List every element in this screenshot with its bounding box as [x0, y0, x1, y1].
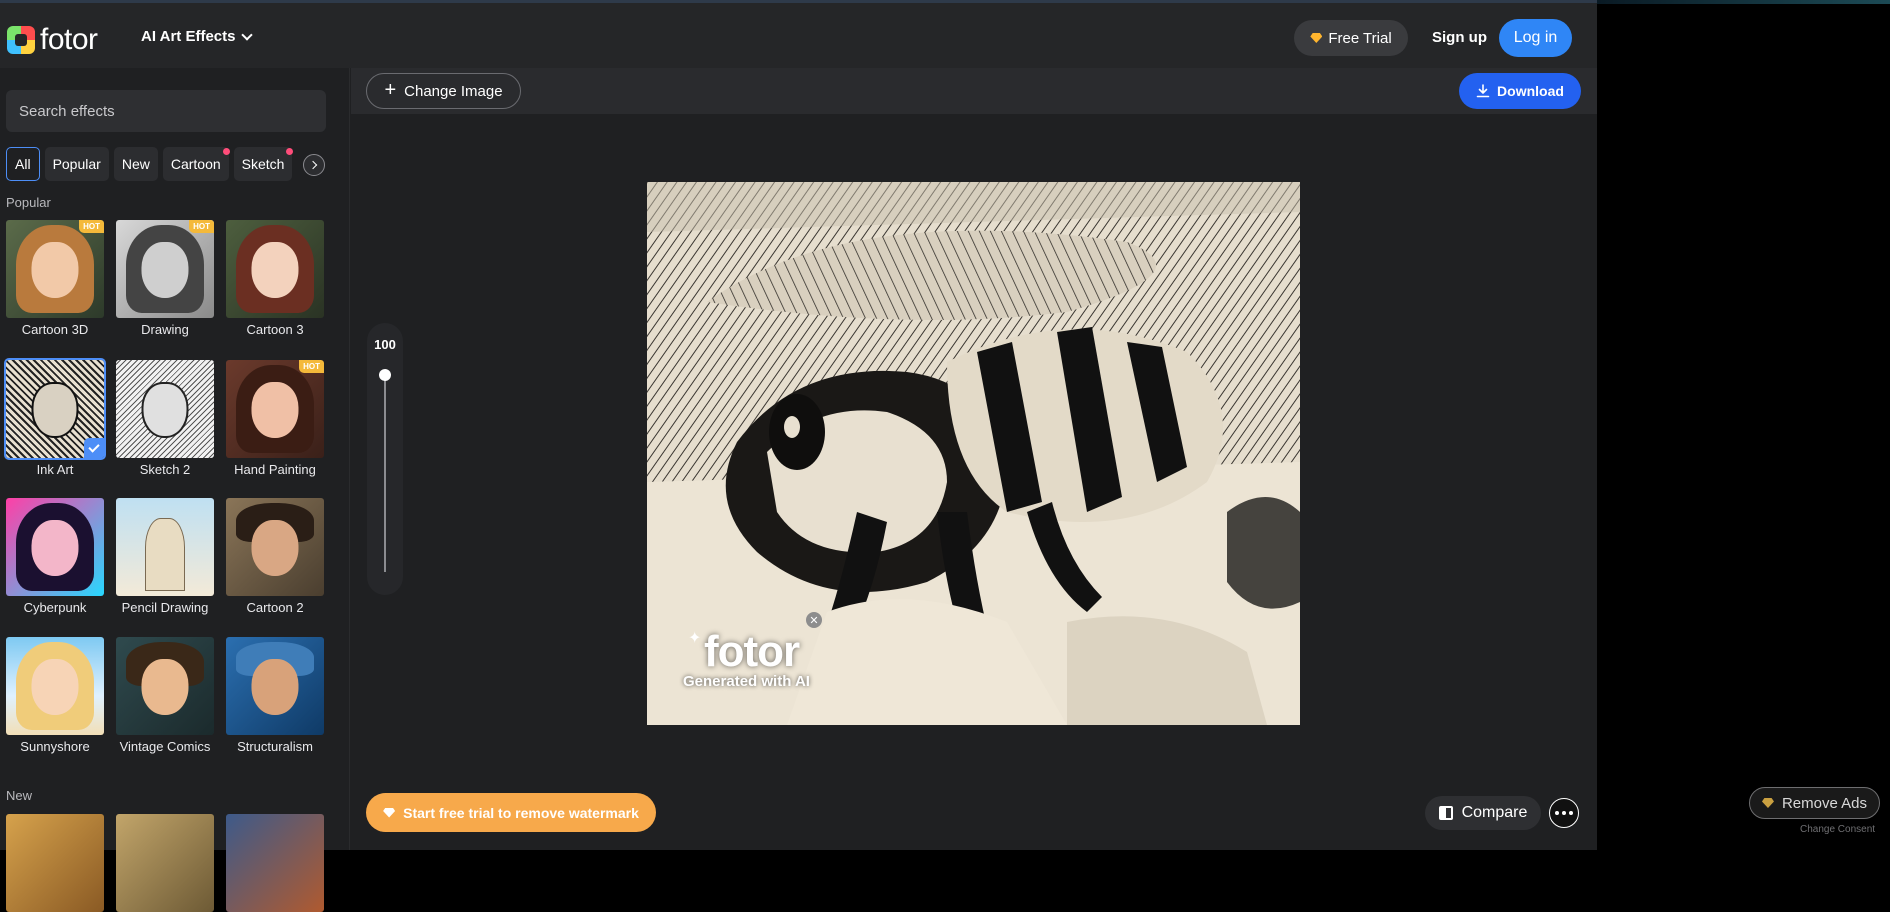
editor-toolbar	[351, 68, 1597, 114]
effect-structuralism[interactable]: Structuralism	[226, 637, 324, 754]
category-chips: All Popular New Cartoon Sketch	[6, 147, 294, 181]
fotor-logo[interactable]: fotor	[7, 23, 98, 57]
top-header: fotor AI Art Effects Free Trial Sign up …	[0, 0, 1597, 68]
chevron-right-icon	[308, 160, 317, 170]
diamond-icon	[1310, 33, 1323, 43]
effect-name: Structuralism	[237, 739, 313, 754]
effect-ink-art[interactable]: Ink Art	[4, 358, 106, 477]
compare-label: Compare	[1461, 804, 1528, 821]
effect-sketch-2[interactable]: Sketch 2	[116, 360, 214, 477]
signup-link[interactable]: Sign up	[1432, 29, 1487, 46]
slider-handle[interactable]	[379, 369, 391, 381]
free-trial-button[interactable]: Free Trial	[1294, 20, 1408, 56]
effect-pencil-drawing[interactable]: Pencil Drawing	[116, 498, 214, 615]
change-image-button[interactable]: + Change Image	[366, 73, 521, 109]
compare-button[interactable]: Compare	[1425, 796, 1541, 830]
effect-name: Cartoon 3	[246, 322, 304, 337]
effects-sidebar: All Popular New Cartoon Sketch Popular H…	[0, 68, 350, 912]
diamond-icon	[1761, 798, 1774, 808]
dot-icon	[1569, 811, 1573, 815]
hot-badge: HOT	[189, 220, 214, 233]
hot-badge: HOT	[79, 220, 104, 233]
trial-label: Start free trial to remove watermark	[403, 804, 639, 821]
new-dot-icon	[222, 148, 230, 155]
chip-popular[interactable]: Popular	[44, 147, 109, 181]
close-watermark-icon[interactable]: ✕	[806, 612, 822, 628]
chip-sketch[interactable]: Sketch	[233, 147, 294, 181]
watermark-logo: fotor	[704, 627, 800, 676]
effect-new-2[interactable]	[116, 814, 214, 912]
remove-ads-label: Remove Ads	[1781, 794, 1868, 812]
effect-name: Cartoon 2	[246, 600, 304, 615]
effect-cyberpunk[interactable]: Cyberpunk	[6, 498, 104, 615]
effect-name: Pencil Drawing	[121, 600, 209, 615]
selected-check-icon	[84, 438, 104, 458]
chips-next-button[interactable]	[303, 154, 325, 176]
change-consent-link[interactable]: Change Consent	[1800, 824, 1875, 835]
effect-name: Cyberpunk	[23, 600, 87, 615]
free-trial-label: Free Trial	[1328, 29, 1392, 47]
hot-badge: HOT	[299, 360, 324, 373]
chip-cartoon[interactable]: Cartoon	[162, 147, 230, 181]
sparkle-icon: ✦	[688, 630, 702, 647]
effect-name: Vintage Comics	[119, 739, 211, 754]
more-options-button[interactable]	[1549, 798, 1579, 828]
effect-hand-painting[interactable]: HOT Hand Painting	[226, 360, 324, 477]
compare-icon	[1438, 806, 1453, 820]
effect-name: Ink Art	[36, 462, 74, 477]
download-button[interactable]: Download	[1459, 73, 1581, 109]
fotor-logo-icon	[7, 26, 35, 54]
chevron-down-icon	[241, 28, 254, 41]
ad-top-strip	[1597, 0, 1890, 4]
effect-drawing[interactable]: HOT Drawing	[116, 220, 214, 337]
ad-area	[1597, 0, 1890, 850]
new-dot-icon	[286, 148, 294, 155]
login-button[interactable]: Log in	[1499, 19, 1572, 57]
plus-icon: +	[384, 79, 397, 101]
effect-name: Sunnyshore	[20, 739, 90, 754]
intensity-slider[interactable]: 100	[367, 323, 403, 595]
effect-sunnyshore[interactable]: Sunnyshore	[6, 637, 104, 754]
ai-art-effects-menu[interactable]: AI Art Effects	[141, 28, 254, 45]
effect-name: Cartoon 3D	[21, 322, 89, 337]
remove-ads-button[interactable]: Remove Ads	[1749, 787, 1880, 819]
watermark-subtitle: Generated with AI	[683, 673, 810, 690]
chip-new[interactable]: New	[113, 147, 158, 181]
search-effects-input[interactable]	[6, 90, 326, 132]
effect-cartoon-3[interactable]: Cartoon 3	[226, 220, 324, 337]
dot-icon	[1555, 811, 1559, 815]
effect-cartoon-3d[interactable]: HOT Cartoon 3D	[6, 220, 104, 337]
chip-all[interactable]: All	[6, 147, 40, 181]
dot-icon	[1562, 811, 1566, 815]
effect-new-1[interactable]	[6, 814, 104, 912]
effect-name: Hand Painting	[234, 462, 316, 477]
chip-cartoon-label: Cartoon	[170, 156, 221, 172]
effect-vintage-comics[interactable]: Vintage Comics	[116, 637, 214, 754]
change-image-label: Change Image	[404, 82, 503, 100]
app-window: fotor AI Art Effects Free Trial Sign up …	[0, 0, 1597, 912]
download-label: Download	[1497, 83, 1564, 99]
effect-name: Sketch 2	[139, 462, 191, 477]
logo-text: fotor	[40, 23, 98, 56]
slider-track[interactable]	[384, 372, 386, 572]
diamond-icon	[383, 807, 396, 818]
effect-name: Drawing	[141, 322, 189, 337]
new-section-label: New	[6, 788, 33, 803]
chip-sketch-label: Sketch	[241, 156, 285, 172]
menu-label: AI Art Effects	[141, 28, 236, 45]
popular-section-label: Popular	[6, 195, 51, 210]
download-icon	[1476, 84, 1490, 98]
slider-value: 100	[374, 337, 396, 352]
effect-cartoon-2[interactable]: Cartoon 2	[226, 498, 324, 615]
remove-watermark-trial-button[interactable]: Start free trial to remove watermark	[366, 793, 656, 832]
effect-new-3[interactable]	[226, 814, 324, 912]
